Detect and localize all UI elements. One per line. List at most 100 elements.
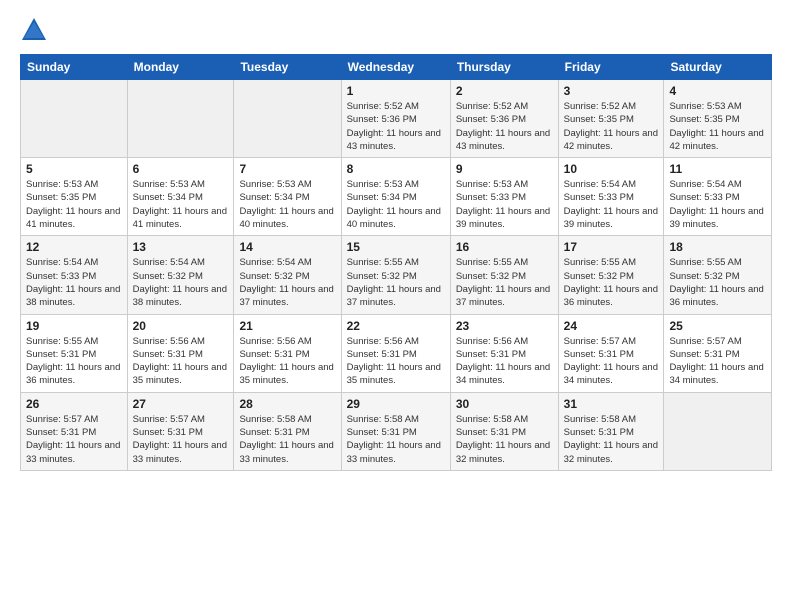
calendar-cell: 21 Sunrise: 5:56 AM Sunset: 5:31 PM Dayli… (234, 314, 341, 392)
calendar-cell: 6 Sunrise: 5:53 AM Sunset: 5:34 PM Daylig… (127, 158, 234, 236)
calendar-cell (664, 392, 772, 470)
calendar-cell: 31 Sunrise: 5:58 AM Sunset: 5:31 PM Dayli… (558, 392, 664, 470)
day-info: Sunrise: 5:54 AM Sunset: 5:33 PM Dayligh… (564, 178, 659, 231)
calendar-cell: 10 Sunrise: 5:54 AM Sunset: 5:33 PM Dayli… (558, 158, 664, 236)
day-info: Sunrise: 5:53 AM Sunset: 5:34 PM Dayligh… (239, 178, 335, 231)
day-number: 1 (347, 84, 445, 98)
calendar-cell: 25 Sunrise: 5:57 AM Sunset: 5:31 PM Dayli… (664, 314, 772, 392)
day-info: Sunrise: 5:55 AM Sunset: 5:31 PM Dayligh… (26, 335, 122, 388)
day-number: 10 (564, 162, 659, 176)
header (20, 16, 772, 44)
calendar-cell (21, 80, 128, 158)
header-cell-wednesday: Wednesday (341, 55, 450, 80)
calendar-cell: 20Sunrise: 5:56 AM Sunset: 5:31 PM Dayli… (127, 314, 234, 392)
day-info: Sunrise: 5:56 AM Sunset: 5:31 PM Dayligh… (239, 335, 335, 388)
calendar-cell: 13Sunrise: 5:54 AM Sunset: 5:32 PM Dayli… (127, 236, 234, 314)
day-info: Sunrise: 5:55 AM Sunset: 5:32 PM Dayligh… (669, 256, 766, 309)
calendar-week-row: 1Sunrise: 5:52 AM Sunset: 5:36 PM Daylig… (21, 80, 772, 158)
calendar-cell: 18Sunrise: 5:55 AM Sunset: 5:32 PM Dayli… (664, 236, 772, 314)
day-number: 30 (456, 397, 553, 411)
day-number: 11 (669, 162, 766, 176)
day-number: 12 (26, 240, 122, 254)
calendar-cell: 27 Sunrise: 5:57 AM Sunset: 5:31 PM Dayli… (127, 392, 234, 470)
day-number: 19 (26, 319, 122, 333)
calendar-cell: 11 Sunrise: 5:54 AM Sunset: 5:33 PM Dayli… (664, 158, 772, 236)
day-number: 31 (564, 397, 659, 411)
day-info: Sunrise: 5:57 AM Sunset: 5:31 PM Dayligh… (564, 335, 659, 388)
day-info: Sunrise: 5:55 AM Sunset: 5:32 PM Dayligh… (347, 256, 445, 309)
calendar-cell: 3 Sunrise: 5:52 AM Sunset: 5:35 PM Daylig… (558, 80, 664, 158)
day-info: Sunrise: 5:57 AM Sunset: 5:31 PM Dayligh… (669, 335, 766, 388)
calendar-cell: 24 Sunrise: 5:57 AM Sunset: 5:31 PM Dayli… (558, 314, 664, 392)
day-info: Sunrise: 5:54 AM Sunset: 5:32 PM Dayligh… (133, 256, 229, 309)
calendar-cell: 8Sunrise: 5:53 AM Sunset: 5:34 PM Daylig… (341, 158, 450, 236)
calendar-cell: 23Sunrise: 5:56 AM Sunset: 5:31 PM Dayli… (450, 314, 558, 392)
calendar-cell: 17Sunrise: 5:55 AM Sunset: 5:32 PM Dayli… (558, 236, 664, 314)
calendar-week-row: 26Sunrise: 5:57 AM Sunset: 5:31 PM Dayli… (21, 392, 772, 470)
calendar-header: SundayMondayTuesdayWednesdayThursdayFrid… (21, 55, 772, 80)
day-info: Sunrise: 5:52 AM Sunset: 5:35 PM Dayligh… (564, 100, 659, 153)
day-number: 28 (239, 397, 335, 411)
day-number: 27 (133, 397, 229, 411)
header-cell-tuesday: Tuesday (234, 55, 341, 80)
calendar-cell: 19 Sunrise: 5:55 AM Sunset: 5:31 PM Dayli… (21, 314, 128, 392)
calendar-cell: 26Sunrise: 5:57 AM Sunset: 5:31 PM Dayli… (21, 392, 128, 470)
day-info: Sunrise: 5:58 AM Sunset: 5:31 PM Dayligh… (456, 413, 553, 466)
calendar-week-row: 19 Sunrise: 5:55 AM Sunset: 5:31 PM Dayli… (21, 314, 772, 392)
header-cell-monday: Monday (127, 55, 234, 80)
day-number: 9 (456, 162, 553, 176)
day-info: Sunrise: 5:55 AM Sunset: 5:32 PM Dayligh… (564, 256, 659, 309)
day-info: Sunrise: 5:53 AM Sunset: 5:33 PM Dayligh… (456, 178, 553, 231)
day-number: 14 (239, 240, 335, 254)
calendar-cell: 7 Sunrise: 5:53 AM Sunset: 5:34 PM Daylig… (234, 158, 341, 236)
day-number: 29 (347, 397, 445, 411)
day-info: Sunrise: 5:56 AM Sunset: 5:31 PM Dayligh… (456, 335, 553, 388)
day-info: Sunrise: 5:54 AM Sunset: 5:33 PM Dayligh… (26, 256, 122, 309)
calendar-week-row: 12 Sunrise: 5:54 AM Sunset: 5:33 PM Dayli… (21, 236, 772, 314)
day-info: Sunrise: 5:54 AM Sunset: 5:32 PM Dayligh… (239, 256, 335, 309)
logo (20, 16, 52, 44)
calendar-week-row: 5 Sunrise: 5:53 AM Sunset: 5:35 PM Daylig… (21, 158, 772, 236)
day-info: Sunrise: 5:58 AM Sunset: 5:31 PM Dayligh… (564, 413, 659, 466)
page: SundayMondayTuesdayWednesdayThursdayFrid… (0, 0, 792, 612)
day-info: Sunrise: 5:53 AM Sunset: 5:34 PM Dayligh… (133, 178, 229, 231)
calendar-cell: 22 Sunrise: 5:56 AM Sunset: 5:31 PM Dayli… (341, 314, 450, 392)
day-number: 16 (456, 240, 553, 254)
day-info: Sunrise: 5:58 AM Sunset: 5:31 PM Dayligh… (239, 413, 335, 466)
header-cell-sunday: Sunday (21, 55, 128, 80)
day-info: Sunrise: 5:54 AM Sunset: 5:33 PM Dayligh… (669, 178, 766, 231)
calendar-cell: 2Sunrise: 5:52 AM Sunset: 5:36 PM Daylig… (450, 80, 558, 158)
day-number: 24 (564, 319, 659, 333)
calendar-cell (127, 80, 234, 158)
day-number: 2 (456, 84, 553, 98)
calendar-cell (234, 80, 341, 158)
day-info: Sunrise: 5:55 AM Sunset: 5:32 PM Dayligh… (456, 256, 553, 309)
calendar-cell: 1Sunrise: 5:52 AM Sunset: 5:36 PM Daylig… (341, 80, 450, 158)
day-number: 6 (133, 162, 229, 176)
day-number: 7 (239, 162, 335, 176)
calendar-cell: 28 Sunrise: 5:58 AM Sunset: 5:31 PM Dayli… (234, 392, 341, 470)
day-number: 22 (347, 319, 445, 333)
header-row: SundayMondayTuesdayWednesdayThursdayFrid… (21, 55, 772, 80)
day-info: Sunrise: 5:53 AM Sunset: 5:35 PM Dayligh… (26, 178, 122, 231)
calendar-cell: 12 Sunrise: 5:54 AM Sunset: 5:33 PM Dayli… (21, 236, 128, 314)
day-number: 3 (564, 84, 659, 98)
day-number: 25 (669, 319, 766, 333)
day-info: Sunrise: 5:57 AM Sunset: 5:31 PM Dayligh… (26, 413, 122, 466)
day-number: 4 (669, 84, 766, 98)
calendar-cell: 29 Sunrise: 5:58 AM Sunset: 5:31 PM Dayli… (341, 392, 450, 470)
day-info: Sunrise: 5:58 AM Sunset: 5:31 PM Dayligh… (347, 413, 445, 466)
day-number: 5 (26, 162, 122, 176)
calendar-cell: 5 Sunrise: 5:53 AM Sunset: 5:35 PM Daylig… (21, 158, 128, 236)
day-number: 20 (133, 319, 229, 333)
day-info: Sunrise: 5:56 AM Sunset: 5:31 PM Dayligh… (347, 335, 445, 388)
day-info: Sunrise: 5:57 AM Sunset: 5:31 PM Dayligh… (133, 413, 229, 466)
header-cell-thursday: Thursday (450, 55, 558, 80)
day-number: 8 (347, 162, 445, 176)
calendar-cell: 9 Sunrise: 5:53 AM Sunset: 5:33 PM Daylig… (450, 158, 558, 236)
day-number: 21 (239, 319, 335, 333)
calendar-table: SundayMondayTuesdayWednesdayThursdayFrid… (20, 54, 772, 471)
calendar-cell: 16 Sunrise: 5:55 AM Sunset: 5:32 PM Dayli… (450, 236, 558, 314)
day-info: Sunrise: 5:53 AM Sunset: 5:35 PM Dayligh… (669, 100, 766, 153)
calendar-cell: 15Sunrise: 5:55 AM Sunset: 5:32 PM Dayli… (341, 236, 450, 314)
